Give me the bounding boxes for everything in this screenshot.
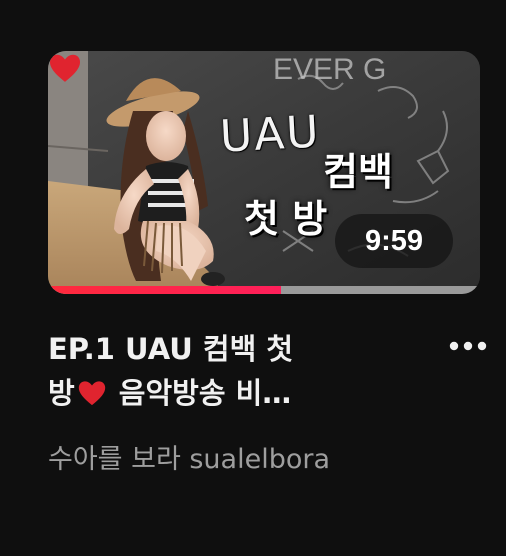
duration-badge: 9:59 bbox=[335, 214, 453, 268]
thumbnail-overlay-comeback: 컴백 bbox=[323, 150, 393, 194]
video-card[interactable]: EVER G UAU 컴백 첫 방 9:59 EP.1 UAU 컴백 첫 방 음… bbox=[0, 0, 506, 556]
thumbnail-overlay-uau: UAU bbox=[218, 106, 322, 163]
video-title-line-1: EP.1 UAU 컴백 첫 bbox=[48, 332, 294, 366]
video-title[interactable]: EP.1 UAU 컴백 첫 방 음악방송 비… bbox=[48, 327, 378, 415]
chalkboard-text: EVER G bbox=[273, 53, 386, 86]
video-title-part-2: 음악방송 비… bbox=[108, 376, 292, 410]
red-heart-icon bbox=[78, 381, 105, 406]
video-thumbnail[interactable]: EVER G UAU 컴백 첫 방 9:59 bbox=[48, 51, 480, 294]
video-title-line-2: 방 음악방송 비… bbox=[48, 371, 378, 415]
channel-name[interactable]: 수아를 보라 sualelbora bbox=[48, 437, 330, 476]
watch-progress-fill bbox=[48, 286, 282, 294]
more-vert-dots-icon bbox=[449, 341, 487, 351]
thumbnail-overlay-first-stage: 첫 방 bbox=[244, 197, 328, 241]
more-options-button[interactable] bbox=[440, 326, 496, 366]
watch-progress-bar bbox=[48, 286, 480, 294]
heart-icon bbox=[49, 54, 81, 82]
video-title-part-1: 방 bbox=[48, 376, 75, 410]
